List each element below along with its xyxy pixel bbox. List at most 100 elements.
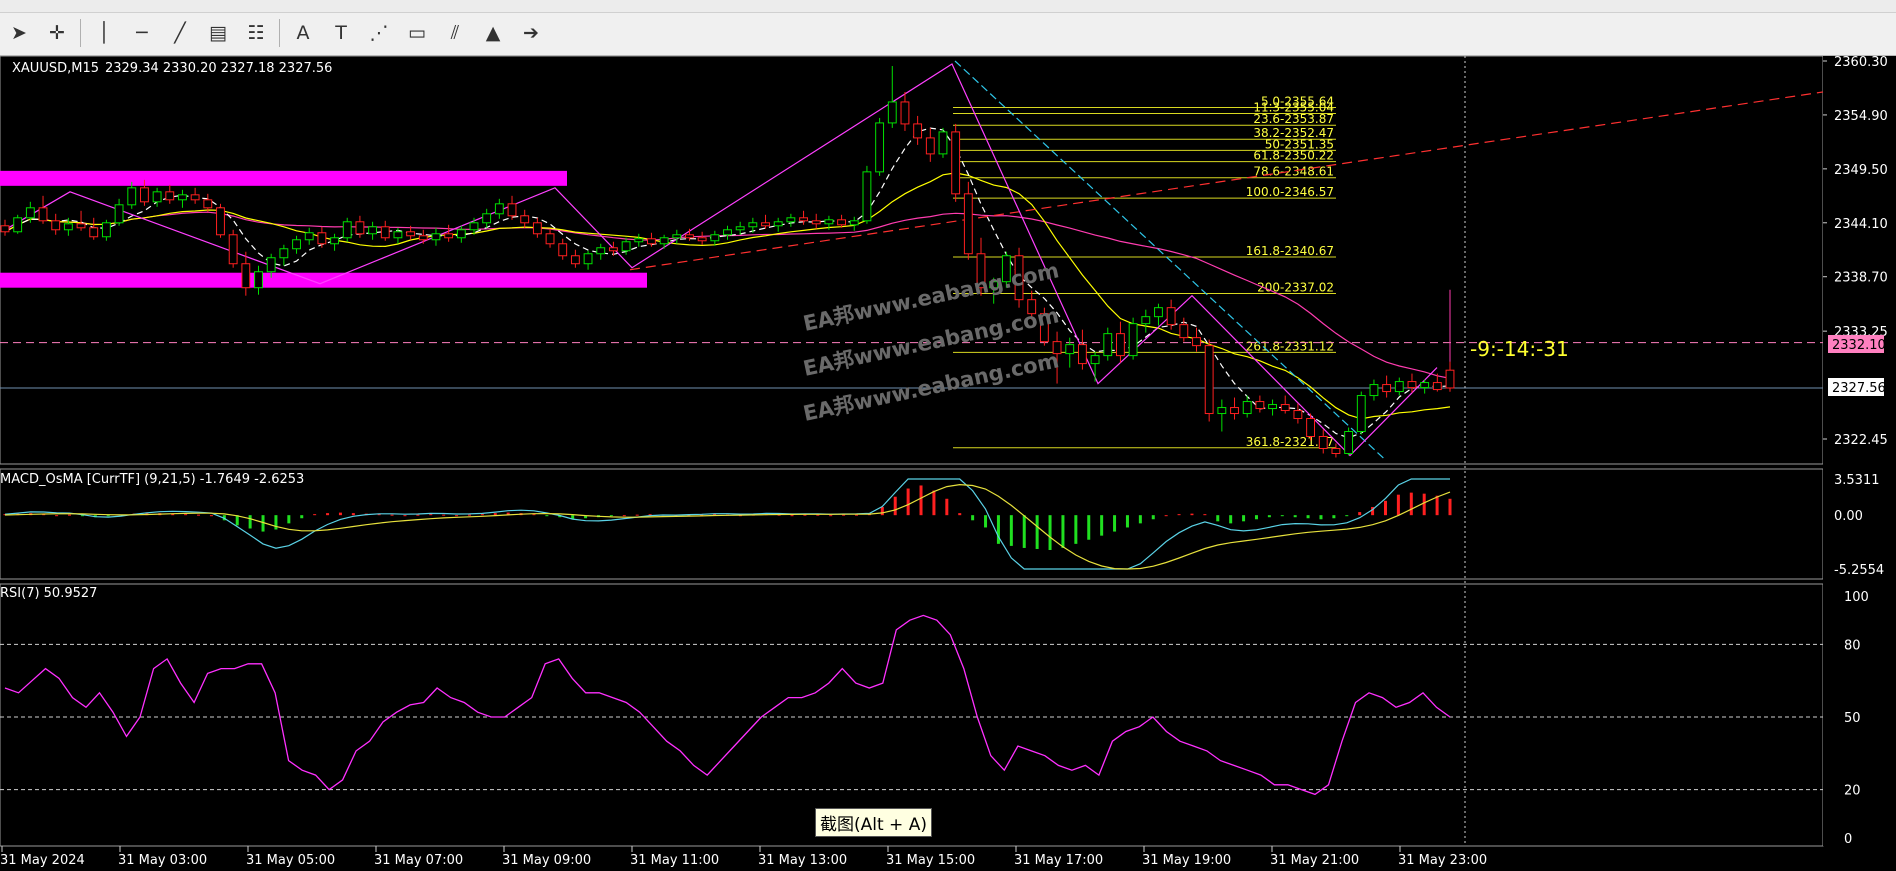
macd-histogram-bar (1125, 515, 1129, 528)
candle-body (685, 234, 694, 239)
fibo-fan-button[interactable]: ☷ (237, 16, 275, 50)
macd-histogram-bar (609, 515, 613, 517)
triangle-button[interactable]: ▲ (474, 16, 512, 50)
candle-body (887, 101, 897, 124)
macd-histogram-bar (300, 515, 304, 519)
candle-body (710, 234, 720, 242)
candle-body (494, 203, 504, 215)
macd-histogram-bar (635, 514, 639, 516)
text-button[interactable]: A (284, 16, 322, 50)
candle-body (786, 217, 796, 223)
macd-histogram-bar (1267, 515, 1271, 518)
macd-histogram-bar (932, 490, 936, 516)
candle[interactable] (938, 127, 948, 158)
time-tick-label: 31 May 07:00 (374, 853, 463, 867)
macd-histogram-bar (1216, 515, 1220, 522)
candle-body (913, 123, 923, 139)
screenshot-tooltip: 截图(Alt + A) (815, 808, 932, 837)
macd-histogram-bar (545, 515, 549, 517)
chart-canvas[interactable]: 5.0-2355.6411.3-2355.0423.6-2353.8738.2-… (0, 55, 1896, 868)
candle-body (1445, 369, 1455, 389)
candle-body (1192, 337, 1201, 347)
candle-body (101, 222, 111, 238)
price-axis: 2360.302354.902349.502344.102338.702333.… (1823, 55, 1896, 847)
macd-histogram-bar (945, 498, 949, 516)
macd-histogram-bar (1177, 514, 1181, 516)
arrow-button[interactable]: ➔ (512, 16, 550, 50)
candle-body (406, 231, 416, 237)
macd-histogram-bar (1113, 515, 1117, 532)
macd-histogram-bar (287, 515, 291, 524)
candle[interactable] (1204, 339, 1214, 422)
candle-body (570, 255, 580, 265)
candle[interactable] (951, 123, 961, 202)
price-tick-label: 2354.90 (1834, 109, 1888, 124)
macd-histogram-bar (1087, 515, 1091, 540)
candle[interactable] (862, 165, 872, 224)
macd-histogram-bar (1048, 515, 1052, 550)
rectangle-button[interactable]: ▭ (398, 16, 436, 50)
candle-body (76, 223, 86, 229)
macd-histogram-bar (326, 513, 330, 516)
rsi-pane[interactable] (0, 583, 1824, 847)
macd-histogram-bar (416, 514, 420, 516)
candle-body (1077, 344, 1087, 365)
macd-histogram-bar (106, 515, 110, 517)
candle[interactable] (216, 203, 225, 238)
macd-histogram-bar (493, 513, 497, 516)
time-tick-label: 31 May 09:00 (502, 853, 591, 867)
candle[interactable] (875, 117, 885, 176)
candle-body (190, 194, 200, 201)
candle[interactable] (963, 181, 973, 260)
price-tick-label: 2344.10 (1834, 217, 1888, 232)
toolbar-separator (80, 19, 81, 47)
candle-body (532, 222, 542, 235)
vertical-line-icon: │ (98, 22, 110, 44)
macd-histogram-bar (1293, 515, 1297, 518)
candle-body (342, 221, 352, 239)
macd-tick-label: 3.5311 (1834, 473, 1880, 488)
chart-window[interactable]: 5.0-2355.64 11.3-2355.04 23.6-2353.87 38.2-… (0, 55, 1896, 868)
price-pane[interactable]: 5.0-2355.6411.3-2355.0423.6-2353.8738.2-… (0, 55, 1824, 465)
candle[interactable] (1128, 317, 1138, 360)
candle-body (938, 131, 948, 155)
macd-label: MACD_OsMA [CurrTF] (9,21,5) -1.7649 -2.6… (0, 472, 304, 487)
lower-zone[interactable] (0, 272, 647, 288)
candle-body (51, 220, 61, 231)
candle-body (1230, 407, 1239, 415)
candle-body (849, 220, 859, 226)
macd-histogram-bar (1151, 515, 1155, 520)
candle[interactable] (13, 214, 23, 234)
macd-histogram-bar (184, 514, 188, 516)
macd-histogram-bar (68, 514, 72, 516)
candle-body (431, 233, 441, 241)
trendline-button[interactable]: ╱ (161, 16, 199, 50)
macd-histogram-bar (1190, 513, 1194, 516)
horizontal-line-button[interactable]: ─ (123, 16, 161, 50)
candle-body (951, 131, 961, 195)
text-label-button[interactable]: T (322, 16, 360, 50)
price-tick-label: 2360.30 (1834, 56, 1888, 70)
candle-body (1420, 382, 1430, 389)
candle-body (241, 263, 251, 289)
candle-body (1242, 401, 1252, 415)
candle-body (925, 137, 935, 155)
candle-body (444, 233, 454, 239)
candle-body (203, 199, 213, 209)
candle[interactable] (1344, 427, 1354, 456)
rectangle-icon: ▭ (408, 22, 426, 44)
cursor-button[interactable]: ➤ (0, 16, 38, 50)
candle[interactable] (342, 217, 352, 242)
macd-histogram-bar (209, 515, 213, 517)
macd-histogram-bar (1358, 512, 1362, 516)
gann-fan-button[interactable]: ⋰ (360, 16, 398, 50)
crosshair-button[interactable]: ✛ (38, 16, 76, 50)
candle[interactable] (1356, 391, 1366, 435)
upper-zone[interactable] (0, 170, 567, 186)
candle[interactable] (228, 229, 238, 268)
channel-button[interactable]: ⫽ (436, 16, 474, 50)
candle-body (304, 232, 314, 241)
vertical-line-button[interactable]: │ (85, 16, 123, 50)
fibo-expansion-button[interactable]: ▤ (199, 16, 237, 50)
fibo-level-label: 100.0-2346.57 (1246, 185, 1334, 199)
